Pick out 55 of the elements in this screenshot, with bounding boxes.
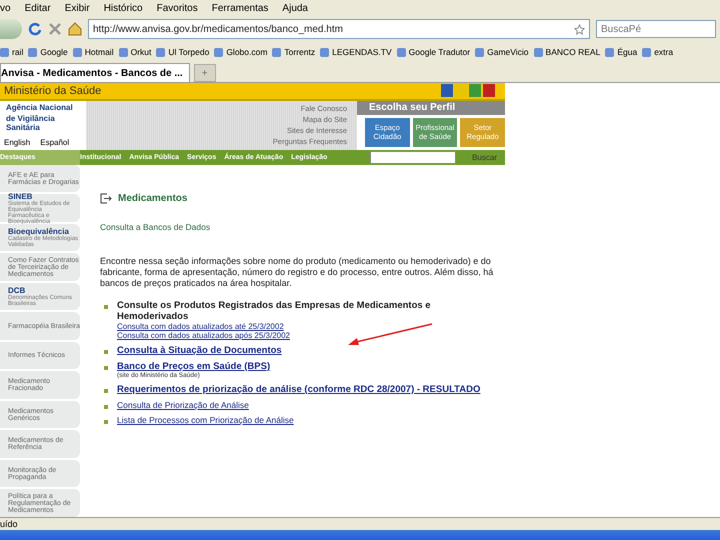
list-link[interactable]: Lista de Processos com Priorização de Análise: [117, 414, 294, 425]
site-search-field[interactable]: [370, 151, 456, 164]
list-heading: Consulte os Produtos Registrados das Empresas de Medicamentos e Hemoderivados: [117, 300, 432, 322]
list-link[interactable]: Requerimentos de priorização de análise (conforme RDC 28/2007) - RESULTADO: [117, 384, 480, 395]
bookmark[interactable]: Orkut: [118, 47, 152, 57]
bookmark[interactable]: Torrentz: [272, 47, 316, 57]
bookmark[interactable]: Google: [28, 47, 68, 57]
bookmark[interactable]: Égua: [605, 47, 638, 57]
star-icon[interactable]: [574, 24, 585, 34]
bookmark[interactable]: Globo.com: [214, 47, 268, 57]
menu-item[interactable]: Favoritos: [156, 2, 198, 14]
search-field[interactable]: BuscaPé: [596, 20, 716, 38]
language-link[interactable]: English: [4, 138, 30, 148]
browser-tab[interactable]: Anvisa - Medicamentos - Bancos de ...: [0, 63, 190, 82]
site-title: Ministério da Saúde: [4, 84, 102, 97]
bookmark[interactable]: rail: [0, 47, 24, 57]
database-link[interactable]: Consulta com dados atualizados após 25/3/2002: [117, 330, 495, 340]
agency-name: Agência Nacional: [5, 103, 74, 112]
menu-item[interactable]: Ajuda: [282, 2, 308, 14]
database-link[interactable]: Consulta com dados atualizados até 25/3/2002: [117, 322, 495, 331]
bullet-icon: [104, 404, 108, 409]
bullet-icon: [104, 366, 108, 370]
page-heading: Medicamentos: [100, 192, 495, 204]
bookmark[interactable]: Hotmail: [72, 47, 114, 57]
bookmark[interactable]: Ul Torpedo: [156, 47, 210, 57]
new-tab-button[interactable]: +: [194, 64, 216, 82]
bullet-icon: [104, 350, 108, 354]
menu-item[interactable]: Histórico: [104, 2, 143, 14]
list-link[interactable]: Consulta de Priorização de Análise: [117, 400, 249, 410]
bookmark[interactable]: Google Tradutor: [396, 47, 470, 57]
language-link[interactable]: Español: [40, 138, 70, 148]
profile-title: Escolha seu Perfil: [357, 100, 505, 115]
bullet-icon: [104, 388, 108, 393]
menu-item[interactable]: Editar: [24, 2, 51, 14]
menu-item[interactable]: Exibir: [64, 2, 90, 14]
address-field[interactable]: http://www.anvisa.gov.br/medicamentos/banco_med.htm: [88, 19, 590, 39]
bookmark[interactable]: extra: [642, 47, 674, 57]
status-text: uído: [0, 517, 720, 530]
menu-item[interactable]: Ferramentas: [212, 2, 268, 14]
page-icon: [100, 192, 112, 204]
reload-icon[interactable]: [28, 22, 42, 36]
bookmark[interactable]: BANCO REAL: [534, 47, 600, 57]
stop-icon[interactable]: [48, 22, 62, 36]
home-icon[interactable]: [68, 22, 82, 36]
agency-name: de Vigilância Sanitária: [5, 114, 56, 132]
search-button[interactable]: Buscar: [472, 153, 497, 162]
section-subtitle: Consulta a Bancos de Dados: [100, 222, 212, 232]
bookmark[interactable]: LEGENDAS.TV: [320, 47, 392, 57]
menu-item[interactable]: vo: [0, 2, 11, 14]
bookmark[interactable]: GameVicio: [475, 47, 529, 57]
bullet-icon: [104, 304, 108, 309]
bullet-icon: [104, 420, 108, 424]
intro-paragraph: Encontre nessa seção informações sobre nome do produto (medicamento ou hemoderivado) e do fabricante, forma de apresentação, número do registro e do processo, entre outros. Além disso, há bancos de preços praticados na área hospitalar.: [100, 256, 494, 290]
list-link[interactable]: Consulta à Situação de Documentos: [117, 344, 282, 356]
list-link[interactable]: Banco de Preços em Saúde (BPS): [117, 360, 270, 372]
